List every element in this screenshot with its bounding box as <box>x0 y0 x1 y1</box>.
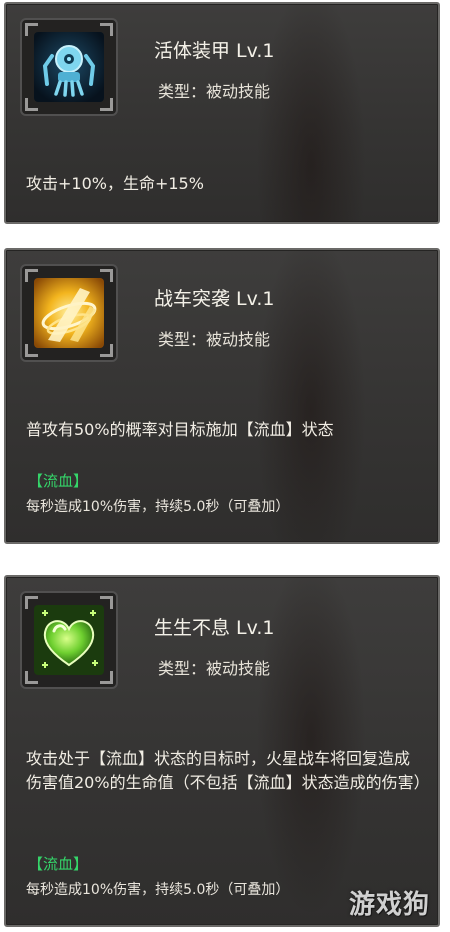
heart-regen-icon <box>34 605 104 675</box>
bleed-tag: 【流血】 <box>28 472 89 490</box>
skill-type: 类型：被动技能 <box>158 659 271 678</box>
chariot-assault-icon <box>34 278 104 348</box>
bleed-detail: 每秒造成10%伤害，持续5.0秒（可叠加） <box>26 499 290 515</box>
bleed-tag: 【流血】 <box>28 855 89 873</box>
skill-description: 攻击+10%，生命+15% <box>26 174 204 193</box>
site-watermark: 游戏狗 <box>348 890 430 920</box>
bleed-detail: 每秒造成10%伤害，持续5.0秒（可叠加） <box>26 882 290 898</box>
skill-description: 普攻有50%的概率对目标施加【流血】状态 <box>26 420 334 439</box>
skill-icon-frame <box>20 18 118 116</box>
skill-type: 类型：被动技能 <box>158 82 271 101</box>
skill-icon-frame <box>20 264 118 362</box>
skill-icon-frame <box>20 591 118 689</box>
skill-description: 攻击处于【流血】状态的目标时，火星战车将回复造成伤害值20%的生命值（不包括【流… <box>26 749 430 792</box>
skill-card-living-armor: 活体装甲 Lv.1 类型：被动技能 攻击+10%，生命+15% <box>4 2 440 224</box>
skill-name: 活体装甲 Lv.1 <box>154 40 275 62</box>
skill-name: 生生不息 Lv.1 <box>154 617 275 639</box>
skill-card-chariot-assault: 战车突袭 Lv.1 类型：被动技能 普攻有50%的概率对目标施加【流血】状态 【… <box>4 248 440 544</box>
robot-armor-icon <box>34 32 104 102</box>
skill-name: 战车突袭 Lv.1 <box>154 288 275 310</box>
skill-card-endless-life: 生生不息 Lv.1 类型：被动技能 攻击处于【流血】状态的目标时，火星战车将回复… <box>4 575 440 927</box>
skill-type: 类型：被动技能 <box>158 330 271 349</box>
